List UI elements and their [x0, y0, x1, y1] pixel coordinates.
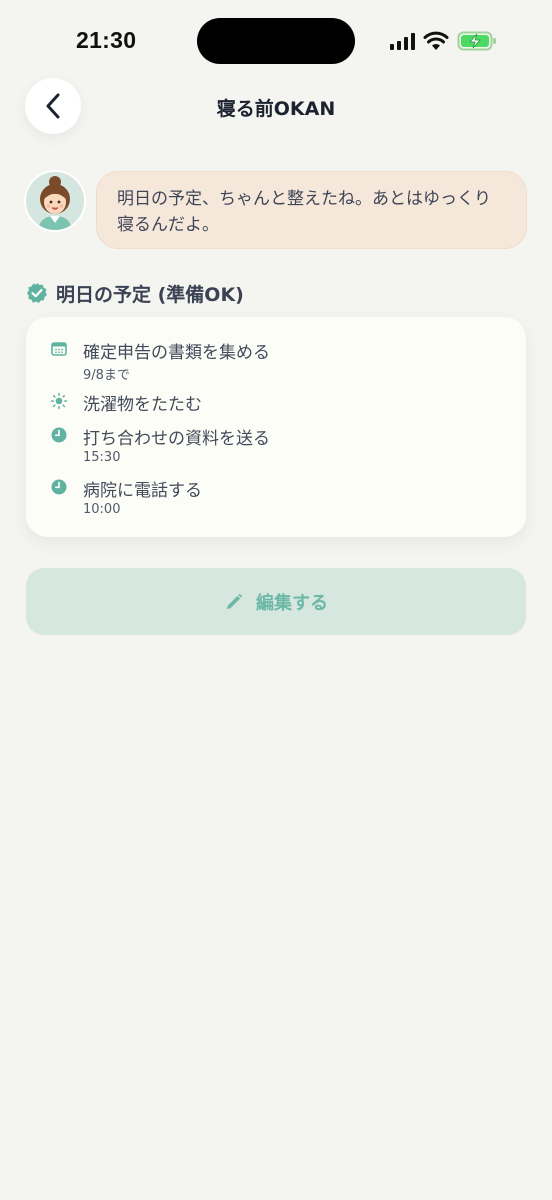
- message-bubble: 明日の予定、ちゃんと整えたね。あとはゆっくり寝るんだよ。: [96, 171, 527, 249]
- dynamic-island: [197, 18, 355, 64]
- status-bar: 21:30: [0, 0, 552, 80]
- edit-button[interactable]: 編集する: [26, 568, 526, 635]
- wifi-icon: [423, 31, 449, 51]
- section-heading: 明日の予定 (準備OK): [26, 280, 244, 306]
- cellular-signal-icon: [390, 32, 415, 50]
- tasks-card: 確定申告の書類を集める 9/8まで 洗濯物をたたむ 打ち合わせの資料を送る 15…: [26, 317, 526, 537]
- task-label: 病院に電話する: [83, 481, 202, 501]
- task-label: 打ち合わせの資料を送る: [83, 429, 270, 449]
- verified-badge-icon: [27, 283, 47, 303]
- task-label: 確定申告の書類を集める: [83, 343, 270, 363]
- status-time: 21:30: [76, 27, 137, 53]
- sun-icon: [50, 392, 68, 410]
- task-label: 洗濯物をたたむ: [83, 395, 202, 415]
- battery-charging-icon: [457, 31, 497, 51]
- task-time: 10:00: [83, 502, 121, 517]
- okan-avatar: [24, 170, 86, 232]
- task-due: 9/8まで: [83, 368, 130, 383]
- task-time: 15:30: [83, 450, 121, 465]
- status-icons: [390, 28, 497, 54]
- pencil-icon: [227, 593, 243, 609]
- section-title: 明日の予定 (準備OK): [56, 283, 244, 306]
- edit-button-label: 編集する: [256, 592, 328, 614]
- calendar-icon: [51, 342, 67, 356]
- page-title: 寝る前OKAN: [216, 98, 336, 120]
- clock-icon: [51, 479, 67, 495]
- clock-icon: [51, 427, 67, 443]
